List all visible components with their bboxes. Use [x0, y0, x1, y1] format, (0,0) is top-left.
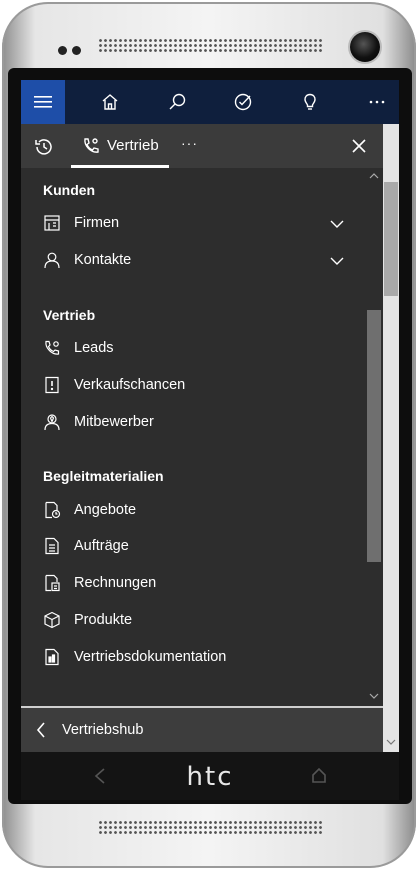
nav-item-label: Rechnungen: [74, 575, 157, 591]
nav-item-label: Verkaufschancen: [74, 377, 186, 393]
earpiece-speaker: [98, 38, 324, 52]
nav-item-kontakte[interactable]: Kontakte: [21, 242, 365, 278]
more-icon: [369, 100, 385, 104]
phone-gear-icon: [84, 138, 99, 153]
home-key-icon[interactable]: [311, 766, 327, 784]
activity-button[interactable]: [221, 80, 265, 124]
opportunity-icon: [45, 376, 59, 394]
nav-item-label: Vertriebsdokumentation: [74, 649, 227, 665]
building-icon: [44, 215, 60, 231]
lightbulb-icon: [304, 93, 316, 110]
scroll-up-icon[interactable]: [369, 172, 379, 180]
close-icon: [352, 139, 366, 153]
top-nav-bar: [21, 80, 399, 124]
section-title-kunden: Kunden: [43, 182, 96, 198]
page-scrollbar[interactable]: [383, 124, 399, 752]
nav-item-label: Kontakte: [74, 252, 132, 268]
person-icon: [44, 252, 60, 269]
more-tabs-button[interactable]: ···: [181, 135, 205, 155]
hardware-nav-bar: htc: [21, 752, 399, 800]
competitor-icon: [44, 414, 60, 431]
section-title-vertrieb: Vertrieb: [43, 307, 96, 323]
nav-item-label: Leads: [74, 340, 114, 356]
bottom-speaker: [98, 820, 324, 834]
recent-button[interactable]: [33, 136, 55, 158]
hamburger-menu-button[interactable]: [21, 80, 65, 124]
sales-doc-icon: [45, 648, 59, 666]
area-switcher[interactable]: Vertriebshub: [21, 706, 383, 752]
product-box-icon: [44, 611, 60, 629]
nav-item-label: Aufträge: [74, 538, 129, 554]
close-button[interactable]: [349, 136, 369, 156]
nav-item-vertriebsdokumentation[interactable]: Vertriebsdokumentation: [21, 639, 365, 675]
chevron-left-icon: [36, 722, 45, 738]
search-button[interactable]: [155, 80, 199, 124]
nav-item-label: Firmen: [74, 215, 120, 231]
nav-item-leads[interactable]: Leads: [21, 330, 365, 366]
nav-item-label: Angebote: [74, 502, 137, 518]
nav-item-label: Mitbewerber: [74, 414, 154, 430]
sensor-dot: [72, 46, 81, 55]
tab-vertrieb[interactable]: Vertrieb: [71, 124, 169, 168]
list-scrollbar-thumb[interactable]: [367, 310, 381, 562]
phone-gear-icon: [45, 340, 60, 355]
order-icon: [45, 537, 59, 555]
activity-check-icon: [234, 93, 252, 111]
nav-item-mitbewerber[interactable]: Mitbewerber: [21, 404, 365, 440]
front-camera: [350, 32, 380, 62]
chevron-down-icon[interactable]: [329, 253, 345, 269]
brand-logo: htc: [186, 762, 234, 792]
list-scrollbar[interactable]: [365, 168, 383, 706]
area-switcher-label: Vertriebshub: [62, 722, 144, 738]
nav-item-rechnungen[interactable]: Rechnungen: [21, 565, 365, 601]
tab-vertrieb-label: Vertrieb: [107, 137, 159, 154]
nav-item-auftraege[interactable]: Aufträge: [21, 528, 365, 564]
nav-item-label: Produkte: [74, 612, 133, 628]
home-icon: [102, 94, 118, 110]
app-screen: Vertrieb ··· Kunden Firmen Kontakte Vert…: [21, 80, 399, 752]
scroll-down-icon[interactable]: [369, 692, 379, 700]
invoice-icon: [45, 574, 60, 592]
page-scrollbar-thumb[interactable]: [384, 182, 398, 296]
sitemap-tab-bar: Vertrieb ···: [21, 124, 383, 168]
nav-item-produkte[interactable]: Produkte: [21, 602, 365, 638]
nav-item-angebote[interactable]: Angebote: [21, 492, 365, 528]
quote-icon: [45, 501, 61, 519]
home-button[interactable]: [88, 80, 132, 124]
insights-button[interactable]: [288, 80, 332, 124]
section-title-begleitmaterialien: Begleitmaterialien: [43, 468, 164, 484]
nav-item-verkaufschancen[interactable]: Verkaufschancen: [21, 367, 365, 403]
page-scroll-down-icon[interactable]: [386, 738, 396, 746]
sensor-dot: [58, 46, 67, 55]
history-icon: [35, 139, 52, 155]
hamburger-menu-icon: [34, 96, 52, 108]
nav-item-firmen[interactable]: Firmen: [21, 205, 365, 241]
search-icon: [169, 93, 186, 110]
more-nav-button[interactable]: [355, 80, 399, 124]
sitemap-list: Kunden Firmen Kontakte Vertrieb Leads Ve…: [21, 168, 365, 706]
chevron-down-icon[interactable]: [329, 216, 345, 232]
